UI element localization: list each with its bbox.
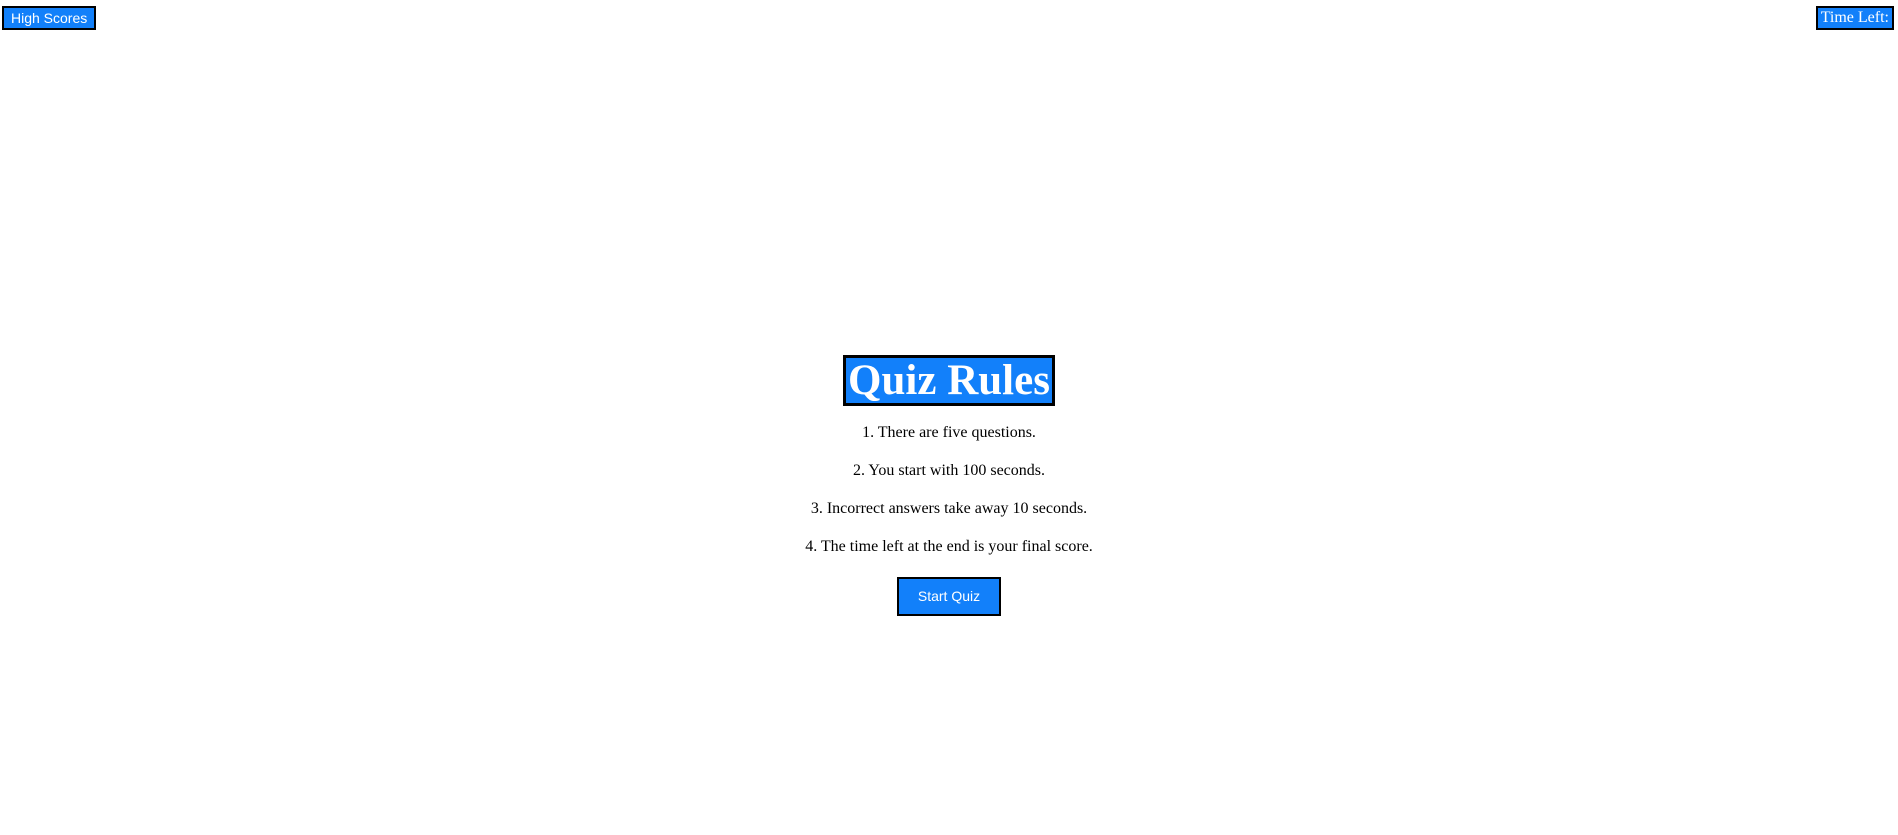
page-title: Quiz Rules: [843, 355, 1055, 406]
start-quiz-button[interactable]: Start Quiz: [897, 577, 1001, 616]
time-left-display: Time Left:: [1815, 6, 1894, 30]
rule-item-4: 4. The time left at the end is your fina…: [805, 538, 1093, 555]
rule-item-3: 3. Incorrect answers take away 10 second…: [810, 500, 1088, 517]
page: High Scores Time Left: Quiz Rules 1. The…: [0, 0, 1898, 835]
rules-list: 1. There are five questions. 2. You star…: [0, 414, 1898, 566]
high-scores-button[interactable]: High Scores: [2, 6, 97, 30]
rule-item-2: 2. You start with 100 seconds.: [852, 462, 1045, 479]
quiz-rules-section: Quiz Rules 1. There are five questions. …: [0, 355, 1898, 616]
rule-item-1: 1. There are five questions.: [862, 424, 1036, 441]
